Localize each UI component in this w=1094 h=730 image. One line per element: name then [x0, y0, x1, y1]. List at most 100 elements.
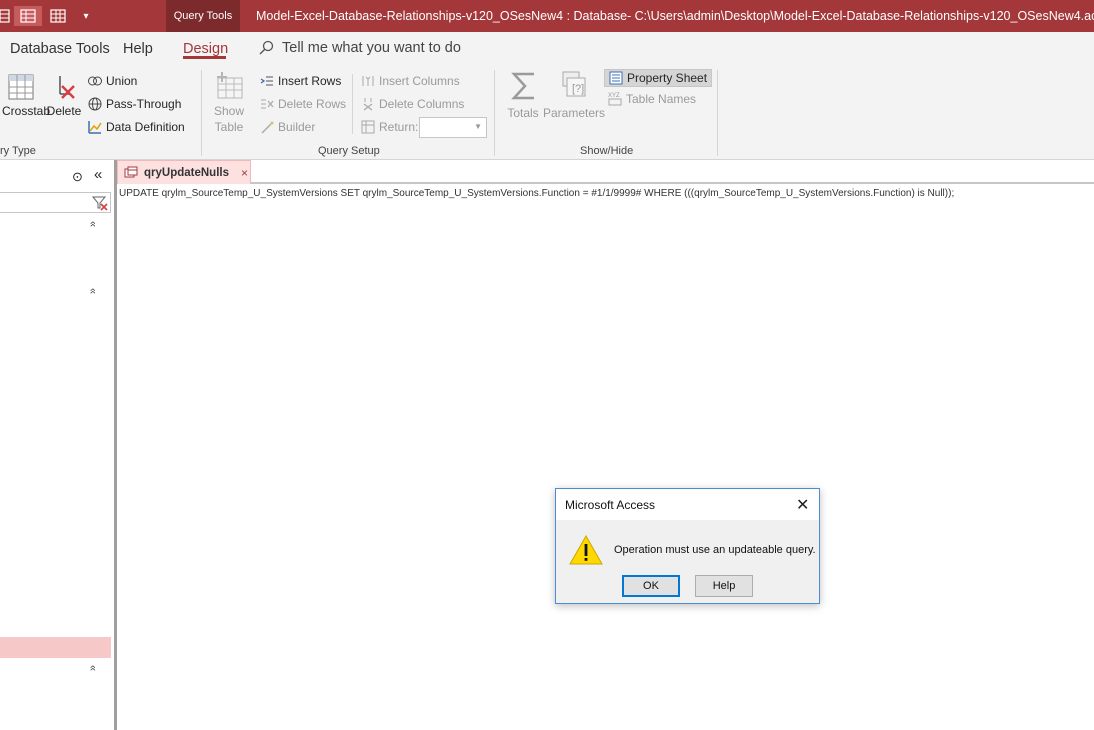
shutter-bar-collapse-icon[interactable]: « — [94, 166, 102, 183]
warning-icon — [569, 534, 603, 569]
show-table-icon — [217, 72, 243, 99]
property-sheet-icon — [609, 71, 623, 85]
show-table-label-2: Table — [214, 120, 244, 134]
query-object-icon — [124, 166, 138, 177]
delete-query-label: Delete — [46, 104, 82, 118]
totals-label: Totals — [507, 106, 539, 120]
nav-menu-icon[interactable]: ⊙ — [72, 169, 83, 185]
document-tab-strip: qryUpdateNulls × — [117, 160, 1094, 184]
parameters-label: Parameters — [543, 106, 606, 120]
data-definition-button[interactable]: Data Definition — [88, 120, 185, 134]
table-names-icon: XYZ — [608, 92, 622, 106]
return-label: Return: — [379, 120, 419, 134]
navigation-pane: ⊙ « » » » — [0, 160, 114, 730]
delete-query-button[interactable]: Delete — [46, 74, 82, 118]
delete-columns-icon — [361, 97, 375, 111]
data-definition-label: Data Definition — [106, 120, 185, 134]
return-combobox[interactable]: ▼ — [419, 117, 487, 138]
crosstab-label: Crosstab — [2, 104, 51, 118]
sql-text: UPDATE qrylm_SourceTemp_U_SystemVersions… — [119, 188, 955, 199]
table-view-icon[interactable] — [46, 6, 70, 26]
ribbon-tab-row: Database Tools Help Design Tell me what … — [0, 32, 1094, 66]
crosstab-icon — [8, 74, 34, 100]
group-inner-separator — [352, 74, 353, 134]
insert-columns-button[interactable]: Insert Columns — [361, 74, 460, 88]
table-names-button[interactable]: XYZ Table Names — [608, 92, 696, 106]
group-separator — [717, 70, 718, 156]
chevron-down-icon: ▼ — [474, 122, 482, 131]
group-separator — [494, 70, 495, 156]
search-icon — [259, 40, 274, 55]
insert-columns-icon — [361, 74, 375, 88]
show-hide-group-label: Show/Hide — [580, 145, 634, 157]
sql-editor[interactable]: UPDATE qrylm_SourceTemp_U_SystemVersions… — [117, 186, 1094, 730]
dialog-title-bar: Microsoft Access ✕ — [556, 489, 819, 520]
crosstab-button[interactable]: Crosstab — [0, 74, 50, 118]
show-table-label-1: Show — [213, 104, 245, 118]
collapse-group-icon[interactable]: » — [87, 288, 99, 294]
svg-text:[?]: [?] — [572, 83, 584, 95]
dialog-title: Microsoft Access — [565, 498, 656, 512]
ok-button[interactable]: OK — [622, 575, 680, 597]
customize-quick-access-icon[interactable]: ▾ — [80, 6, 92, 26]
selected-nav-item[interactable] — [0, 637, 111, 658]
delete-columns-label: Delete Columns — [379, 97, 465, 111]
pass-through-button[interactable]: Pass-Through — [88, 97, 181, 111]
data-definition-icon — [88, 120, 102, 134]
query-type-group-label: ry Type — [0, 145, 36, 157]
delete-rows-label: Delete Rows — [278, 97, 347, 111]
tab-database-tools[interactable]: Database Tools — [10, 41, 110, 57]
builder-wand-icon — [260, 120, 274, 134]
return-icon — [361, 120, 375, 134]
query-tools-context-tab: Query Tools — [166, 0, 240, 32]
union-label: Union — [106, 74, 138, 88]
delete-rows-icon — [260, 97, 274, 111]
parameters-icon: [?] — [562, 71, 586, 97]
document-tab-label: qryUpdateNulls — [144, 166, 229, 179]
collapse-group-icon[interactable]: » — [87, 221, 99, 227]
datasheet-view-icon[interactable] — [0, 6, 10, 26]
group-separator — [201, 70, 202, 156]
parameters-button[interactable]: [?] Parameters — [543, 70, 605, 120]
design-view-icon[interactable] — [14, 6, 42, 26]
active-tab-indicator — [183, 56, 226, 59]
insert-rows-button[interactable]: Insert Rows — [260, 74, 341, 88]
help-button[interactable]: Help — [695, 575, 753, 597]
property-sheet-button[interactable]: Property Sheet — [604, 69, 713, 87]
tab-design[interactable]: Design — [183, 41, 228, 57]
clear-filter-icon[interactable] — [91, 195, 108, 214]
close-icon[interactable]: × — [241, 166, 248, 180]
insert-rows-icon — [260, 74, 274, 88]
globe-icon — [88, 97, 102, 111]
svg-text:XYZ: XYZ — [608, 93, 620, 99]
pass-through-label: Pass-Through — [106, 97, 182, 111]
insert-columns-label: Insert Columns — [379, 74, 460, 88]
builder-button[interactable]: Builder — [260, 120, 315, 134]
window-title: Model-Excel-Database-Relationships-v120_… — [256, 9, 1094, 23]
tell-me-placeholder: Tell me what you want to do — [282, 40, 461, 56]
builder-label: Builder — [278, 120, 316, 134]
tab-help[interactable]: Help — [123, 41, 153, 57]
totals-button[interactable]: Totals — [504, 70, 542, 120]
table-names-label: Table Names — [626, 92, 697, 106]
ribbon: Crosstab Delete Union Pass-Through Data … — [0, 66, 1094, 160]
delete-rows-button[interactable]: Delete Rows — [260, 97, 346, 111]
union-button[interactable]: Union — [88, 74, 137, 88]
title-bar: ▾ Query Tools Model-Excel-Database-Relat… — [0, 0, 1094, 32]
message-dialog: Microsoft Access ✕ Operation must use an… — [555, 488, 820, 604]
return-label-group: Return: — [361, 120, 418, 134]
document-tab-qryupdatenulls[interactable]: qryUpdateNulls × — [117, 160, 251, 184]
union-icon — [88, 74, 102, 88]
close-icon[interactable]: ✕ — [796, 495, 809, 515]
property-sheet-label: Property Sheet — [627, 71, 708, 85]
sigma-icon — [511, 72, 534, 100]
insert-rows-label: Insert Rows — [278, 74, 342, 88]
query-setup-group-label: Query Setup — [318, 145, 380, 157]
delete-columns-button[interactable]: Delete Columns — [361, 97, 464, 111]
dialog-message: Operation must use an updateable query. — [614, 544, 816, 556]
delete-query-icon — [59, 76, 75, 99]
show-table-button[interactable]: Show Table — [210, 72, 248, 134]
nav-search-input[interactable] — [0, 192, 111, 213]
collapse-group-icon[interactable]: » — [87, 665, 99, 671]
tell-me-search[interactable]: Tell me what you want to do — [258, 40, 461, 56]
